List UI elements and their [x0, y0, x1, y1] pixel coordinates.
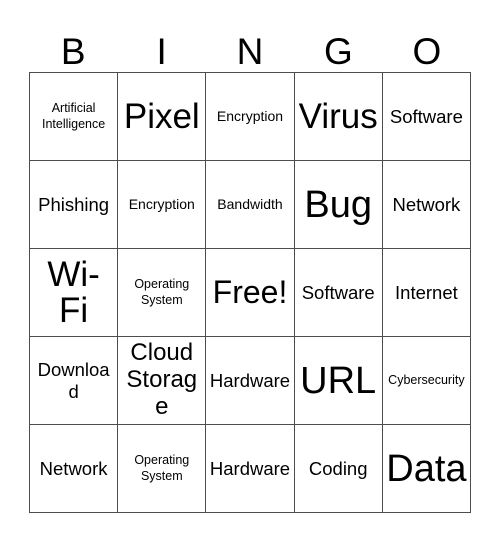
bingo-cell-o3[interactable]: Internet — [382, 249, 471, 337]
bingo-cell-label: Internet — [395, 281, 458, 303]
bingo-cell-label: Virus — [298, 96, 378, 136]
bingo-cell-label: Hardware — [209, 369, 291, 391]
bingo-cell-i2[interactable]: Encryption — [118, 161, 207, 249]
bingo-cell-o1[interactable]: Software — [382, 73, 471, 161]
bingo-cell-n4[interactable]: Hardware — [206, 337, 295, 425]
bingo-cell-o2[interactable]: Network — [382, 161, 471, 249]
bingo-cell-label: Download — [37, 359, 110, 402]
bingo-cell-n1[interactable]: Encryption — [206, 73, 295, 161]
bingo-cell-g5[interactable]: Coding — [294, 425, 383, 513]
bingo-cell-i5[interactable]: Operating System — [118, 425, 207, 513]
bingo-cell-label: Phishing — [38, 193, 110, 215]
bingo-cell-i4[interactable]: Cloud Storage — [118, 337, 207, 425]
bingo-cell-label: Software — [301, 281, 375, 303]
bingo-cell-label: Coding — [308, 457, 368, 479]
bingo-cell-g2[interactable]: Bug — [294, 161, 383, 249]
bingo-cell-b5[interactable]: Network — [30, 425, 119, 513]
bingo-cell-b4[interactable]: Download — [30, 337, 119, 425]
bingo-cell-label: URL — [300, 359, 377, 402]
header-letter-b: B — [60, 31, 86, 72]
bingo-cell-label: Operating System — [134, 276, 190, 307]
bingo-cell-label: Encryption — [128, 195, 195, 212]
bingo-cell-n2[interactable]: Bandwidth — [206, 161, 295, 249]
bingo-cell-g3[interactable]: Software — [294, 249, 383, 337]
bingo-cell-free-space[interactable]: Free! — [206, 249, 295, 337]
header-letter-n: N — [236, 31, 264, 72]
bingo-cell-b2[interactable]: Phishing — [30, 161, 119, 249]
bingo-cell-label: Bandwidth — [217, 195, 283, 212]
bingo-card: B I N G O Artificial Intelligence Pixel … — [0, 0, 500, 544]
header-letter-i: I — [156, 31, 167, 72]
bingo-cell-g1[interactable]: Virus — [294, 73, 383, 161]
bingo-free-label: Free! — [212, 273, 288, 310]
bingo-cell-n5[interactable]: Hardware — [206, 425, 295, 513]
bingo-cell-label: Bug — [304, 183, 372, 226]
bingo-cell-b1[interactable]: Artificial Intelligence — [30, 73, 119, 161]
bingo-cell-label: Encryption — [216, 107, 284, 124]
bingo-cell-o4[interactable]: Cybersecurity — [382, 337, 471, 425]
bingo-cell-b3[interactable]: Wi-Fi — [30, 249, 119, 337]
bingo-cell-label: Operating System — [134, 452, 190, 483]
bingo-cell-label: Data — [386, 447, 467, 490]
bingo-cell-i3[interactable]: Operating System — [118, 249, 207, 337]
bingo-cell-g4[interactable]: URL — [294, 337, 383, 425]
bingo-cell-label: Software — [389, 105, 463, 127]
bingo-cell-label: Wi-Fi — [47, 254, 100, 330]
header-letter-o: O — [412, 31, 442, 72]
header-letter-g: G — [324, 31, 353, 72]
bingo-cell-label: Network — [392, 193, 461, 215]
bingo-cell-label: Hardware — [209, 457, 291, 479]
bingo-cell-label: Network — [39, 457, 108, 479]
bingo-header-row: B I N G O — [29, 16, 471, 72]
bingo-cell-o5[interactable]: Data — [382, 425, 471, 513]
bingo-cell-label: Cloud Storage — [126, 339, 198, 420]
bingo-cell-label: Cybersecurity — [388, 372, 465, 387]
bingo-cell-label: Artificial Intelligence — [41, 100, 106, 131]
bingo-cell-label: Pixel — [123, 96, 200, 136]
bingo-grid: Artificial Intelligence Pixel Encryption… — [29, 72, 471, 513]
bingo-cell-i1[interactable]: Pixel — [118, 73, 207, 161]
